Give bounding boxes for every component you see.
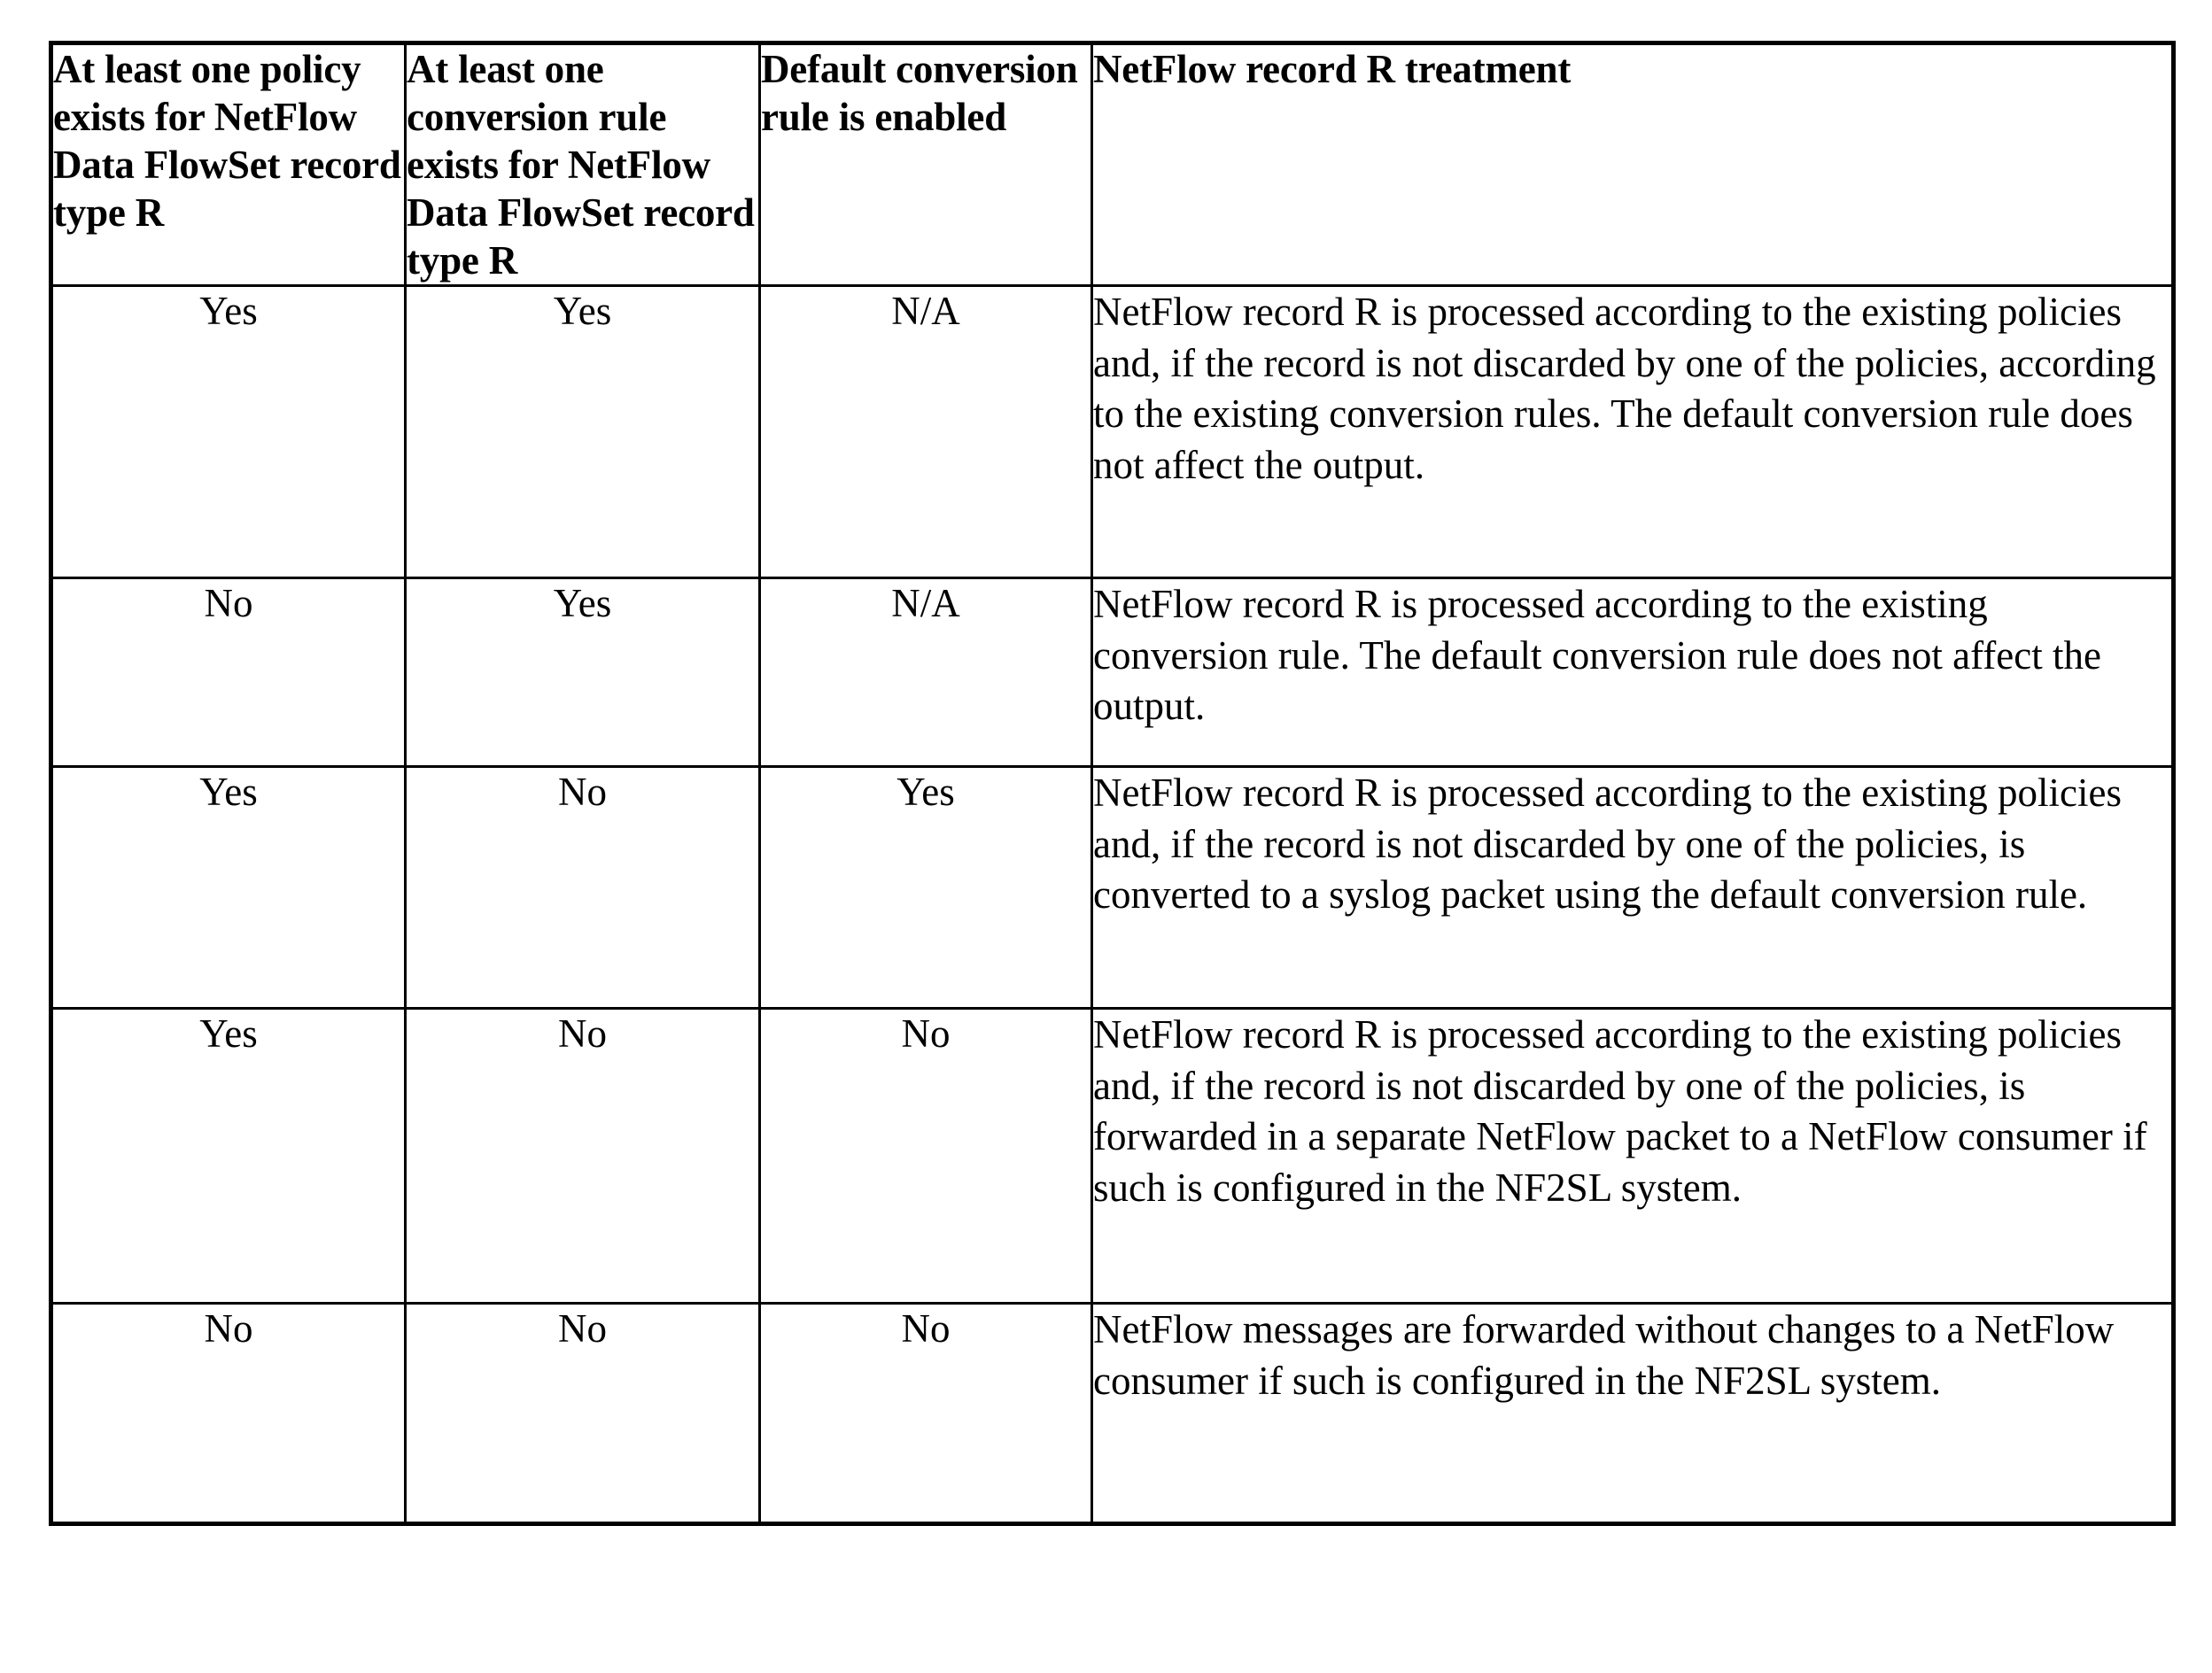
document-page: At least one policy exists for NetFlow D… xyxy=(0,0,2212,1673)
cell-policy-exists: No xyxy=(50,577,407,768)
cell-policy-exists: No xyxy=(50,1302,407,1525)
cell-conversion-rule-exists: No xyxy=(404,1007,761,1305)
cell-record-treatment: NetFlow record R is processed according … xyxy=(1090,284,2175,579)
cell-default-rule-enabled: No xyxy=(758,1302,1093,1525)
table-row: No No No NetFlow messages are forwarded … xyxy=(50,1302,2175,1525)
table-header-row: At least one policy exists for NetFlow D… xyxy=(50,42,2175,287)
table-row: Yes No Yes NetFlow record R is processed… xyxy=(50,765,2175,1010)
column-header-record-treatment: NetFlow record R treatment xyxy=(1090,42,2175,287)
cell-conversion-rule-exists: No xyxy=(404,765,761,1010)
cell-record-treatment: NetFlow record R is processed according … xyxy=(1090,765,2175,1010)
column-header-default-rule-enabled: Default conversion rule is enabled xyxy=(758,42,1093,287)
table-row: Yes Yes N/A NetFlow record R is processe… xyxy=(50,284,2175,579)
netflow-treatment-table: At least one policy exists for NetFlow D… xyxy=(49,41,2176,1526)
cell-policy-exists: Yes xyxy=(50,284,407,579)
table-row: Yes No No NetFlow record R is processed … xyxy=(50,1007,2175,1305)
table-row: No Yes N/A NetFlow record R is processed… xyxy=(50,577,2175,768)
cell-default-rule-enabled: N/A xyxy=(758,577,1093,768)
cell-default-rule-enabled: N/A xyxy=(758,284,1093,579)
column-header-conversion-rule-exists: At least one conversion rule exists for … xyxy=(404,42,761,287)
cell-record-treatment: NetFlow messages are forwarded without c… xyxy=(1090,1302,2175,1525)
cell-conversion-rule-exists: Yes xyxy=(404,284,761,579)
cell-default-rule-enabled: No xyxy=(758,1007,1093,1305)
cell-record-treatment: NetFlow record R is processed according … xyxy=(1090,577,2175,768)
column-header-policy-exists: At least one policy exists for NetFlow D… xyxy=(50,42,407,287)
cell-policy-exists: Yes xyxy=(50,765,407,1010)
cell-policy-exists: Yes xyxy=(50,1007,407,1305)
netflow-treatment-table-container: At least one policy exists for NetFlow D… xyxy=(49,41,2176,1526)
cell-record-treatment: NetFlow record R is processed according … xyxy=(1090,1007,2175,1305)
cell-default-rule-enabled: Yes xyxy=(758,765,1093,1010)
cell-conversion-rule-exists: Yes xyxy=(404,577,761,768)
cell-conversion-rule-exists: No xyxy=(404,1302,761,1525)
